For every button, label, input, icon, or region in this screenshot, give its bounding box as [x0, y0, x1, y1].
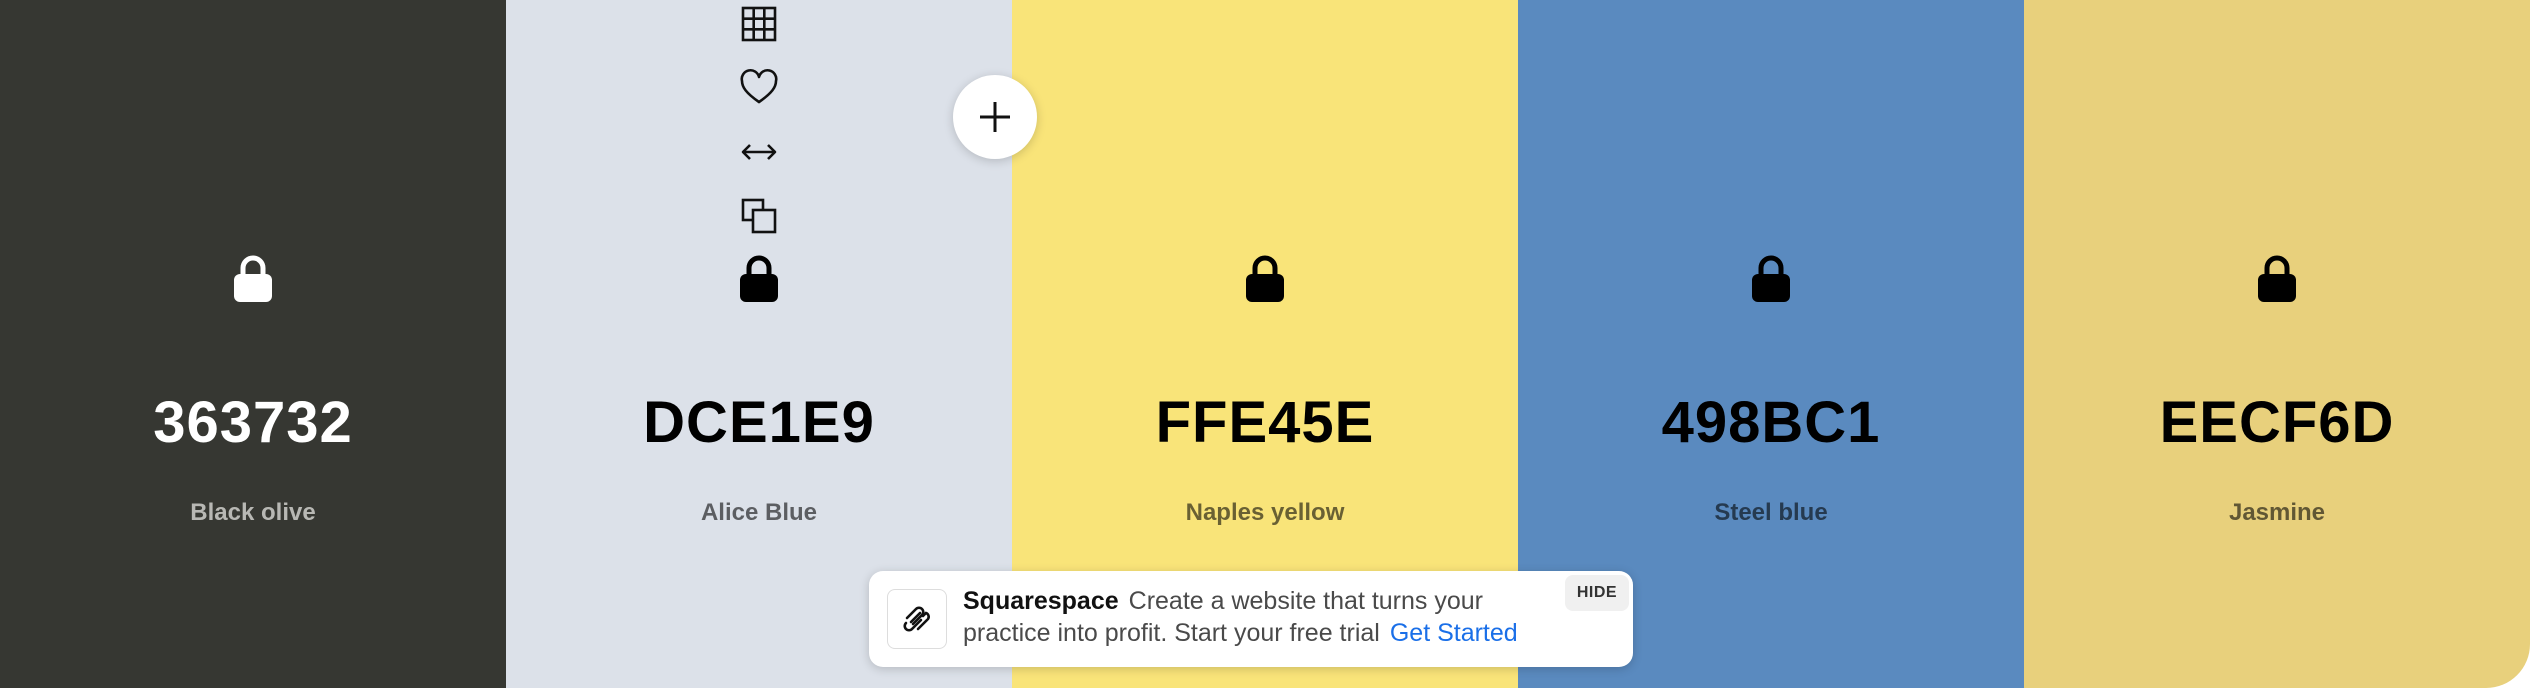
add-color-button[interactable] — [953, 75, 1037, 159]
ad-text: Squarespace Create a website that turns y… — [963, 585, 1523, 649]
color-name[interactable]: Alice Blue — [506, 498, 1012, 528]
color-name[interactable]: Black olive — [0, 498, 506, 528]
hex-code[interactable]: FFE45E — [1012, 388, 1518, 458]
color-name[interactable]: Jasmine — [2024, 498, 2530, 528]
swatch-jasmine[interactable]: EECF6D Jasmine — [2024, 0, 2530, 688]
arrows-horizontal-icon[interactable] — [739, 132, 779, 172]
hex-code[interactable]: EECF6D — [2024, 388, 2530, 458]
swatch-black-olive[interactable]: 363732 Black olive — [0, 0, 506, 688]
get-started-link[interactable]: Get Started — [1390, 619, 1518, 647]
ad-brand[interactable]: Squarespace — [963, 587, 1119, 615]
plus-icon — [980, 102, 1010, 132]
hide-ad-button[interactable]: HIDE — [1565, 575, 1629, 611]
color-name[interactable]: Naples yellow — [1012, 498, 1518, 528]
lock-icon[interactable] — [1750, 254, 1792, 304]
lock-icon[interactable] — [738, 254, 780, 304]
lock-icon[interactable] — [2256, 254, 2298, 304]
hex-code[interactable]: 363732 — [0, 388, 506, 458]
grid-icon[interactable] — [739, 4, 779, 44]
hex-code[interactable]: DCE1E9 — [506, 388, 1012, 458]
copy-icon[interactable] — [739, 196, 779, 236]
ad-banner: Squarespace Create a website that turns y… — [869, 571, 1633, 667]
lock-icon[interactable] — [232, 254, 274, 304]
squarespace-logo[interactable] — [887, 589, 947, 649]
heart-icon[interactable] — [739, 68, 779, 108]
color-name[interactable]: Steel blue — [1518, 498, 2024, 528]
hex-code[interactable]: 498BC1 — [1518, 388, 2024, 458]
lock-icon[interactable] — [1244, 254, 1286, 304]
